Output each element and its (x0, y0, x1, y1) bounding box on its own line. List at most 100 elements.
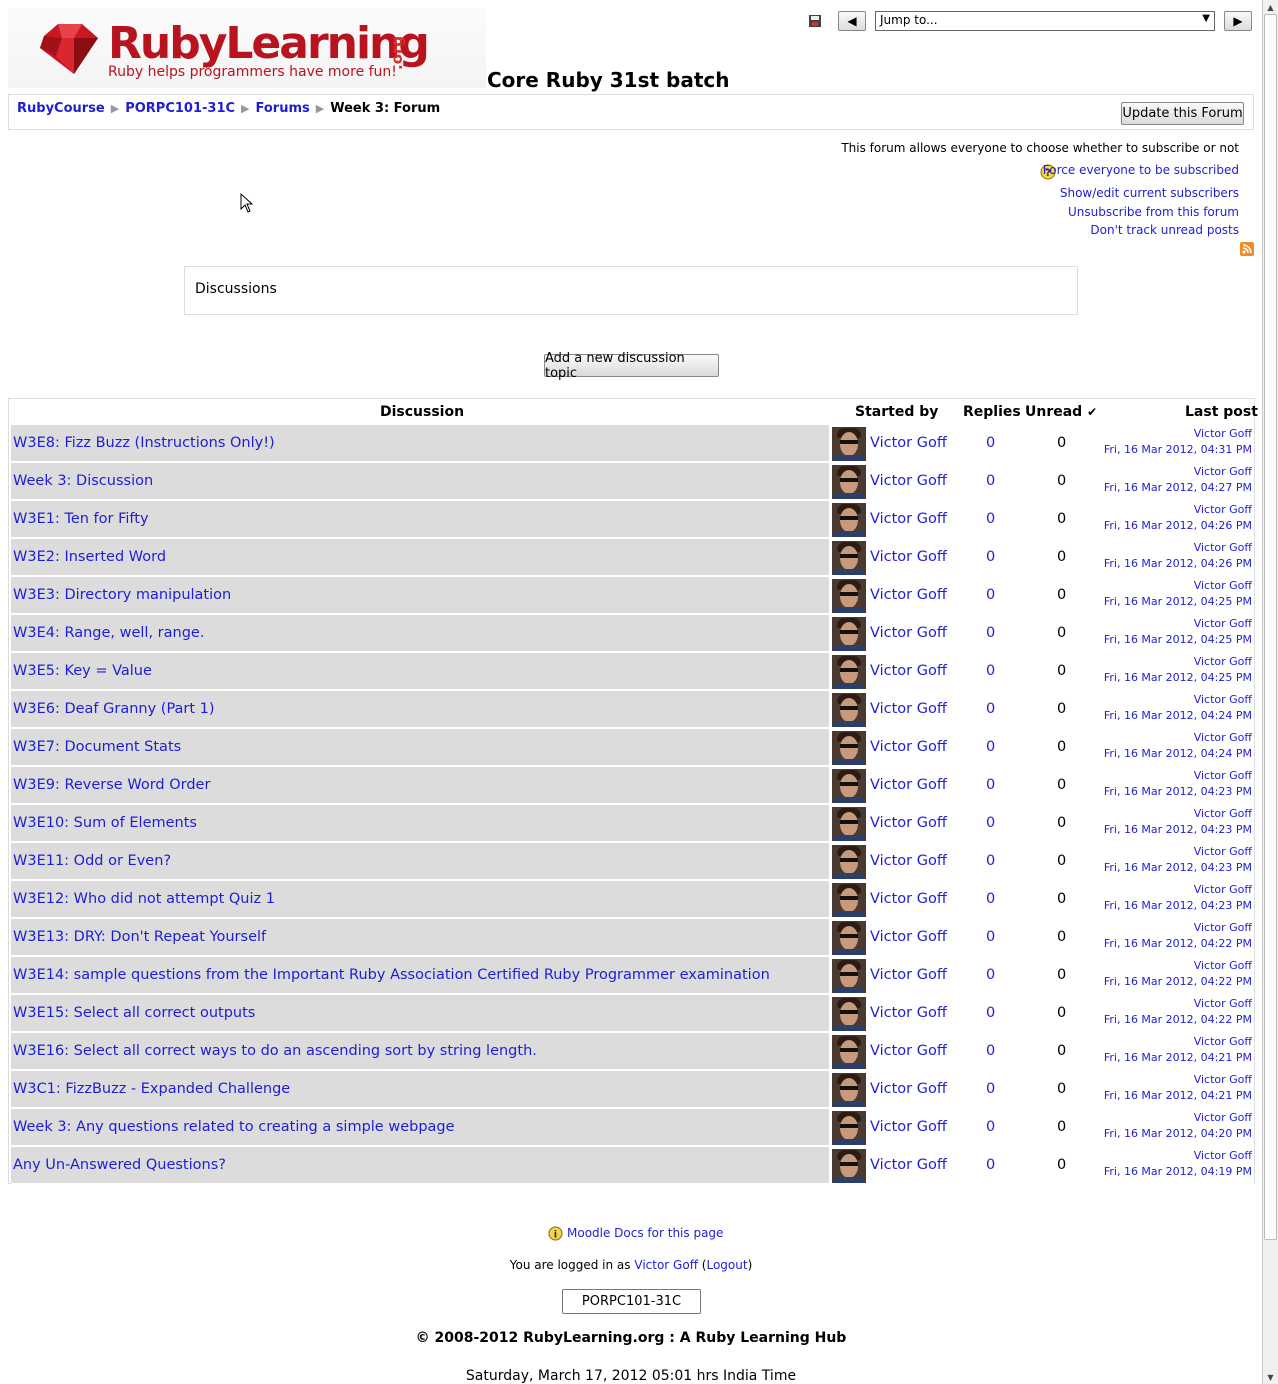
replies-link[interactable]: 0 (986, 1005, 995, 1021)
replies-link[interactable]: 0 (986, 777, 995, 793)
starter-link[interactable]: Victor Goff (870, 549, 947, 565)
breadcrumb-item-forums[interactable]: Forums (256, 101, 310, 116)
home-course-button[interactable]: PORPC101-31C (562, 1289, 701, 1314)
discussion-title-link[interactable]: W3E16: Select all correct ways to do an … (13, 1043, 537, 1059)
avatar[interactable] (832, 655, 866, 689)
starter-link[interactable]: Victor Goff (870, 929, 947, 945)
last-post-author-link[interactable]: Victor Goff (1194, 807, 1252, 820)
avatar[interactable] (832, 427, 866, 461)
avatar[interactable] (832, 997, 866, 1031)
last-post-author-link[interactable]: Victor Goff (1194, 997, 1252, 1010)
column-header-discussion[interactable]: Discussion (380, 404, 464, 420)
discussion-title-link[interactable]: W3E2: Inserted Word (13, 549, 166, 565)
breadcrumb-item-course[interactable]: PORPC101-31C (125, 101, 235, 116)
replies-link[interactable]: 0 (986, 891, 995, 907)
avatar[interactable] (832, 1111, 866, 1145)
starter-link[interactable]: Victor Goff (870, 435, 947, 451)
last-post-date-link[interactable]: Fri, 16 Mar 2012, 04:24 PM (1104, 709, 1252, 722)
last-post-author-link[interactable]: Victor Goff (1194, 1111, 1252, 1124)
last-post-author-link[interactable]: Victor Goff (1194, 731, 1252, 744)
avatar[interactable] (832, 769, 866, 803)
starter-link[interactable]: Victor Goff (870, 891, 947, 907)
last-post-date-link[interactable]: Fri, 16 Mar 2012, 04:23 PM (1104, 861, 1252, 874)
replies-link[interactable]: 0 (986, 1081, 995, 1097)
unsubscribe-link[interactable]: Unsubscribe from this forum (1068, 205, 1239, 219)
column-header-started-by[interactable]: Started by (855, 404, 938, 420)
show-subscribers-link[interactable]: Show/edit current subscribers (1060, 186, 1239, 200)
starter-link[interactable]: Victor Goff (870, 815, 947, 831)
last-post-date-link[interactable]: Fri, 16 Mar 2012, 04:22 PM (1104, 1013, 1252, 1026)
starter-link[interactable]: Victor Goff (870, 1119, 947, 1135)
avatar[interactable] (832, 883, 866, 917)
starter-link[interactable]: Victor Goff (870, 967, 947, 983)
starter-link[interactable]: Victor Goff (870, 625, 947, 641)
last-post-date-link[interactable]: Fri, 16 Mar 2012, 04:23 PM (1104, 823, 1252, 836)
last-post-date-link[interactable]: Fri, 16 Mar 2012, 04:26 PM (1104, 557, 1252, 570)
avatar[interactable] (832, 921, 866, 955)
last-post-date-link[interactable]: Fri, 16 Mar 2012, 04:25 PM (1104, 671, 1252, 684)
avatar[interactable] (832, 959, 866, 993)
moodle-docs-link[interactable]: Moodle Docs for this page (567, 1226, 723, 1240)
last-post-date-link[interactable]: Fri, 16 Mar 2012, 04:23 PM (1104, 899, 1252, 912)
last-post-author-link[interactable]: Victor Goff (1194, 427, 1252, 440)
discussion-title-link[interactable]: Week 3: Any questions related to creatin… (13, 1119, 455, 1135)
starter-link[interactable]: Victor Goff (870, 473, 947, 489)
starter-link[interactable]: Victor Goff (870, 663, 947, 679)
starter-link[interactable]: Victor Goff (870, 853, 947, 869)
discussion-title-link[interactable]: Any Un-Answered Questions? (13, 1157, 226, 1173)
last-post-date-link[interactable]: Fri, 16 Mar 2012, 04:25 PM (1104, 633, 1252, 646)
replies-link[interactable]: 0 (986, 1157, 995, 1173)
discussion-title-link[interactable]: W3E14: sample questions from the Importa… (13, 967, 770, 983)
replies-link[interactable]: 0 (986, 1119, 995, 1135)
replies-link[interactable]: 0 (986, 625, 995, 641)
avatar[interactable] (832, 465, 866, 499)
avatar[interactable] (832, 1149, 866, 1183)
avatar[interactable] (832, 617, 866, 651)
last-post-date-link[interactable]: Fri, 16 Mar 2012, 04:22 PM (1104, 975, 1252, 988)
last-post-author-link[interactable]: Victor Goff (1194, 617, 1252, 630)
discussion-title-link[interactable]: W3C1: FizzBuzz - Expanded Challenge (13, 1081, 290, 1097)
discussion-title-link[interactable]: W3E4: Range, well, range. (13, 625, 204, 641)
column-header-replies[interactable]: Replies (963, 404, 1021, 420)
discussion-title-link[interactable]: W3E12: Who did not attempt Quiz 1 (13, 891, 275, 907)
last-post-author-link[interactable]: Victor Goff (1194, 845, 1252, 858)
replies-link[interactable]: 0 (986, 967, 995, 983)
column-header-unread[interactable]: Unread ✔ (1025, 404, 1097, 420)
last-post-date-link[interactable]: Fri, 16 Mar 2012, 04:20 PM (1104, 1127, 1252, 1140)
jump-to-select[interactable]: Jump to... ▼ (875, 11, 1215, 31)
replies-link[interactable]: 0 (986, 473, 995, 489)
prev-activity-button[interactable]: ◀ (838, 11, 866, 31)
replies-link[interactable]: 0 (986, 929, 995, 945)
last-post-author-link[interactable]: Victor Goff (1194, 1073, 1252, 1086)
last-post-author-link[interactable]: Victor Goff (1194, 655, 1252, 668)
scroll-up-arrow-icon[interactable]: ▲ (1263, 0, 1278, 14)
replies-link[interactable]: 0 (986, 511, 995, 527)
last-post-date-link[interactable]: Fri, 16 Mar 2012, 04:21 PM (1104, 1089, 1252, 1102)
last-post-author-link[interactable]: Victor Goff (1194, 579, 1252, 592)
last-post-author-link[interactable]: Victor Goff (1194, 1035, 1252, 1048)
starter-link[interactable]: Victor Goff (870, 511, 947, 527)
replies-link[interactable]: 0 (986, 701, 995, 717)
track-unread-link[interactable]: Don't track unread posts (1090, 223, 1239, 237)
starter-link[interactable]: Victor Goff (870, 739, 947, 755)
replies-link[interactable]: 0 (986, 1043, 995, 1059)
last-post-author-link[interactable]: Victor Goff (1194, 693, 1252, 706)
scroll-down-arrow-icon[interactable]: ▼ (1263, 1370, 1278, 1384)
starter-link[interactable]: Victor Goff (870, 1005, 947, 1021)
replies-link[interactable]: 0 (986, 549, 995, 565)
starter-link[interactable]: Victor Goff (870, 777, 947, 793)
discussion-title-link[interactable]: Week 3: Discussion (13, 473, 153, 489)
replies-link[interactable]: 0 (986, 815, 995, 831)
discussion-title-link[interactable]: W3E7: Document Stats (13, 739, 181, 755)
vertical-scrollbar[interactable]: ▲ ▼ (1262, 0, 1278, 1384)
discussion-title-link[interactable]: W3E11: Odd or Even? (13, 853, 171, 869)
replies-link[interactable]: 0 (986, 587, 995, 603)
replies-link[interactable]: 0 (986, 739, 995, 755)
discussion-title-link[interactable]: W3E13: DRY: Don't Repeat Yourself (13, 929, 266, 945)
avatar[interactable] (832, 731, 866, 765)
discussion-title-link[interactable]: W3E9: Reverse Word Order (13, 777, 210, 793)
save-icon[interactable] (808, 14, 822, 28)
last-post-author-link[interactable]: Victor Goff (1194, 883, 1252, 896)
replies-link[interactable]: 0 (986, 853, 995, 869)
last-post-author-link[interactable]: Victor Goff (1194, 541, 1252, 554)
